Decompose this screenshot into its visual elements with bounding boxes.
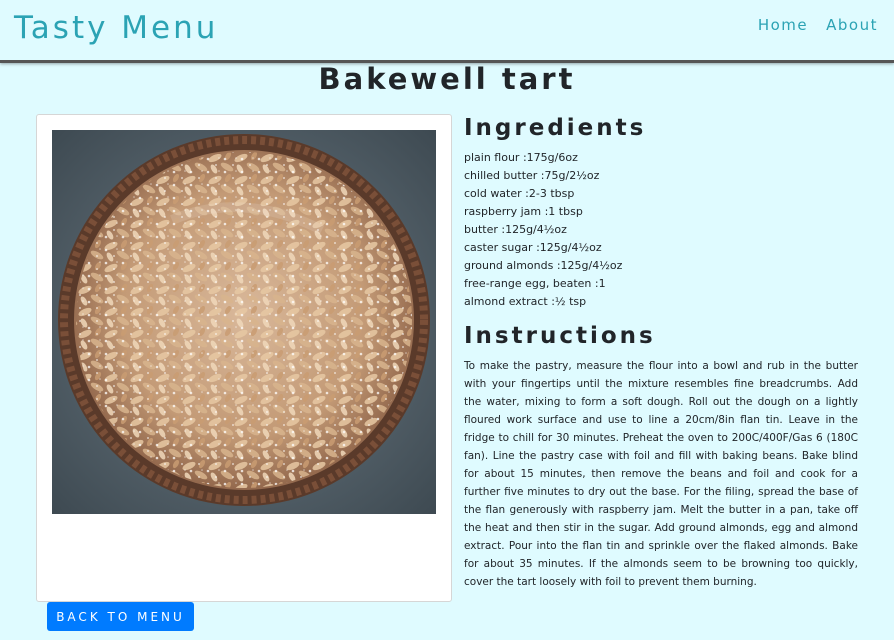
ingredient-item: free-range egg, beaten :1 [464, 277, 606, 290]
ingredient-item: caster sugar :125g/4½oz [464, 241, 602, 254]
brand-title[interactable]: Tasty Menu [14, 10, 218, 46]
bakewell-tart-photo [52, 130, 436, 514]
nav-links: Home About [758, 16, 878, 34]
ingredient-item: cold water :2-3 tbsp [464, 187, 575, 200]
ingredients-heading: Ingredients [464, 115, 647, 141]
instructions-heading: Instructions [464, 323, 656, 349]
page-title: Bakewell tart [318, 62, 576, 96]
image-card [36, 114, 452, 602]
ingredients-list: plain flour :175g/6oz chilled butter :75… [464, 149, 622, 311]
ingredient-item: almond extract :½ tsp [464, 295, 587, 308]
back-to-menu-button[interactable]: BACK TO MENU [47, 602, 194, 631]
instructions-text: To make the pastry, measure the flour in… [464, 360, 858, 588]
ingredient-item: raspberry jam :1 tbsp [464, 205, 583, 218]
nav-link-about[interactable]: About [826, 16, 878, 34]
ingredient-item: ground almonds :125g/4½oz [464, 259, 623, 272]
ingredient-item: chilled butter :75g/2½oz [464, 169, 600, 182]
navbar: Tasty Menu Home About [0, 0, 894, 63]
nav-link-home[interactable]: Home [758, 16, 808, 34]
ingredient-item: plain flour :175g/6oz [464, 151, 578, 164]
ingredient-item: butter :125g/4½oz [464, 223, 567, 236]
